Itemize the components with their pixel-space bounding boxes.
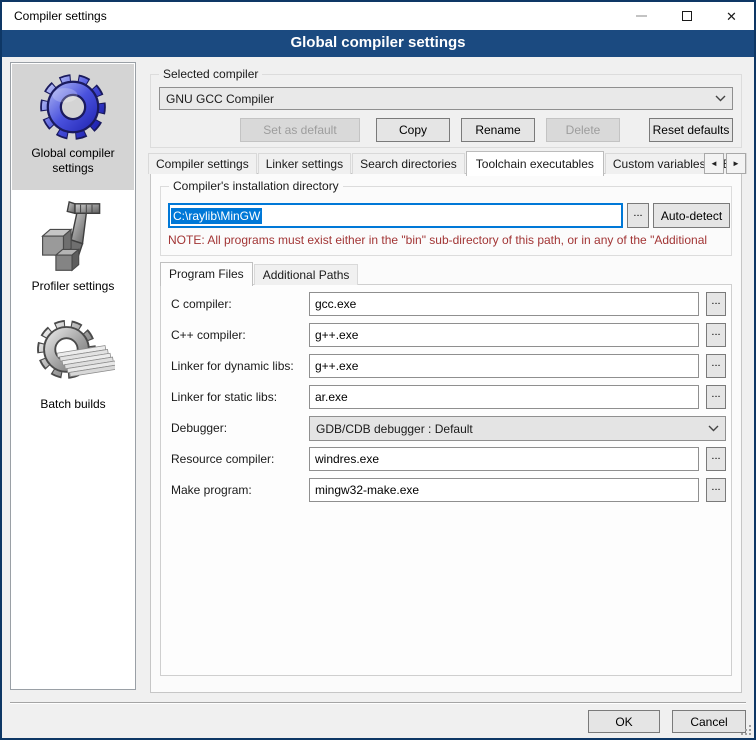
c-compiler-row: C compiler: ... [171, 292, 726, 317]
maximize-button[interactable] [664, 2, 709, 30]
browse-static-linker-button[interactable]: ... [706, 385, 726, 409]
ok-button[interactable]: OK [588, 710, 660, 733]
static-linker-row: Linker for static libs: ... [171, 385, 726, 410]
sidebar-item-label: Profiler settings [12, 277, 134, 294]
static-linker-input[interactable] [309, 385, 699, 409]
settings-tabs: Compiler settings Linker settings Search… [148, 151, 748, 174]
cpp-compiler-input[interactable] [309, 323, 699, 347]
toolchain-executables-panel: Compiler's installation directory C:\ray… [150, 173, 742, 693]
c-compiler-input[interactable] [309, 292, 699, 316]
close-button[interactable]: ✕ [709, 2, 754, 30]
selected-text: C:\raylib\MinGW [171, 208, 262, 224]
compiler-settings-dialog: Compiler settings ✕ Global compiler sett… [0, 0, 756, 740]
close-icon: ✕ [726, 10, 737, 23]
window-controls: ✕ [619, 2, 754, 30]
browse-dynamic-linker-button[interactable]: ... [706, 354, 726, 378]
browse-directory-button[interactable]: ... [627, 203, 649, 228]
subtab-program-files[interactable]: Program Files [160, 262, 253, 286]
field-label: Linker for static libs: [171, 385, 307, 410]
browse-cpp-compiler-button[interactable]: ... [706, 323, 726, 347]
selected-compiler-group: Selected compiler GNU GCC Compiler Set a… [150, 74, 742, 148]
set-as-default-button: Set as default [240, 118, 360, 142]
tab-linker-settings[interactable]: Linker settings [258, 153, 351, 174]
title-bar: Compiler settings ✕ [2, 2, 754, 30]
make-program-input[interactable] [309, 478, 699, 502]
minimize-button [619, 2, 664, 30]
directory-note: NOTE: All programs must exist either in … [168, 233, 730, 247]
tab-search-directories[interactable]: Search directories [352, 153, 465, 174]
program-subtabs: Program Files Additional Paths [160, 261, 359, 285]
left-arrow-icon: ◄ [710, 159, 718, 168]
sidebar-item-global-compiler-settings[interactable]: Global compiler settings [12, 64, 134, 190]
blue-gear-icon [37, 70, 109, 144]
browse-resource-compiler-button[interactable]: ... [706, 447, 726, 471]
field-label: Linker for dynamic libs: [171, 354, 307, 379]
auto-detect-button[interactable]: Auto-detect [653, 203, 730, 228]
cpp-compiler-row: C++ compiler: ... [171, 323, 726, 348]
field-label: C compiler: [171, 292, 307, 317]
sidebar-item-profiler-settings[interactable]: Profiler settings [12, 193, 134, 297]
right-arrow-icon: ► [732, 159, 740, 168]
chevron-down-icon [715, 95, 726, 102]
compiler-select[interactable]: GNU GCC Compiler [159, 87, 733, 110]
field-label: Debugger: [171, 416, 307, 441]
compiler-actions: Set as default Copy Rename Delete Reset … [159, 118, 733, 142]
resize-grip[interactable] [740, 724, 752, 736]
resource-compiler-row: Resource compiler: ... [171, 447, 726, 472]
sidebar-item-batch-builds[interactable]: Batch builds [12, 309, 134, 421]
browse-make-program-button[interactable]: ... [706, 478, 726, 502]
tab-scroll-right-button[interactable]: ► [726, 153, 746, 174]
field-label: C++ compiler: [171, 323, 307, 348]
program-files-panel: C compiler: ... C++ compiler: ... Linker… [160, 284, 732, 676]
group-label: Compiler's installation directory [169, 179, 343, 193]
dynamic-linker-input[interactable] [309, 354, 699, 378]
minimize-icon [636, 15, 647, 17]
tab-scroll-left-button[interactable]: ◄ [704, 153, 724, 174]
installation-directory-group: Compiler's installation directory C:\ray… [160, 186, 732, 256]
installation-directory-input[interactable]: C:\raylib\MinGW [168, 203, 623, 228]
field-label: Make program: [171, 478, 307, 503]
reset-defaults-button[interactable]: Reset defaults [649, 118, 733, 142]
settings-category-list: Global compiler settings [10, 62, 136, 690]
rename-button[interactable]: Rename [461, 118, 535, 142]
chevron-down-icon [708, 425, 719, 432]
cancel-button[interactable]: Cancel [672, 710, 746, 733]
gray-gear-stack-icon [31, 315, 115, 395]
window-title: Compiler settings [2, 9, 107, 23]
page-title: Global compiler settings [2, 30, 754, 57]
maximize-icon [682, 11, 692, 21]
make-program-row: Make program: ... [171, 478, 726, 503]
dynamic-linker-row: Linker for dynamic libs: ... [171, 354, 726, 379]
footer-divider [10, 702, 746, 704]
sidebar-item-label: Global compiler settings [12, 144, 134, 176]
tab-custom-variables[interactable]: Custom variables [605, 153, 714, 174]
delete-button: Delete [546, 118, 620, 142]
group-label: Selected compiler [159, 67, 262, 81]
resource-compiler-input[interactable] [309, 447, 699, 471]
copy-button[interactable]: Copy [376, 118, 450, 142]
sidebar-item-label: Batch builds [12, 395, 134, 412]
debugger-select[interactable]: GDB/CDB debugger : Default [309, 416, 726, 441]
browse-c-compiler-button[interactable]: ... [706, 292, 726, 316]
caliper-blocks-icon [35, 199, 111, 277]
debugger-row: Debugger: GDB/CDB debugger : Default [171, 416, 726, 441]
tab-compiler-settings[interactable]: Compiler settings [148, 153, 257, 174]
tab-toolchain-executables[interactable]: Toolchain executables [466, 151, 604, 176]
subtab-additional-paths[interactable]: Additional Paths [254, 264, 359, 285]
field-label: Resource compiler: [171, 447, 307, 472]
